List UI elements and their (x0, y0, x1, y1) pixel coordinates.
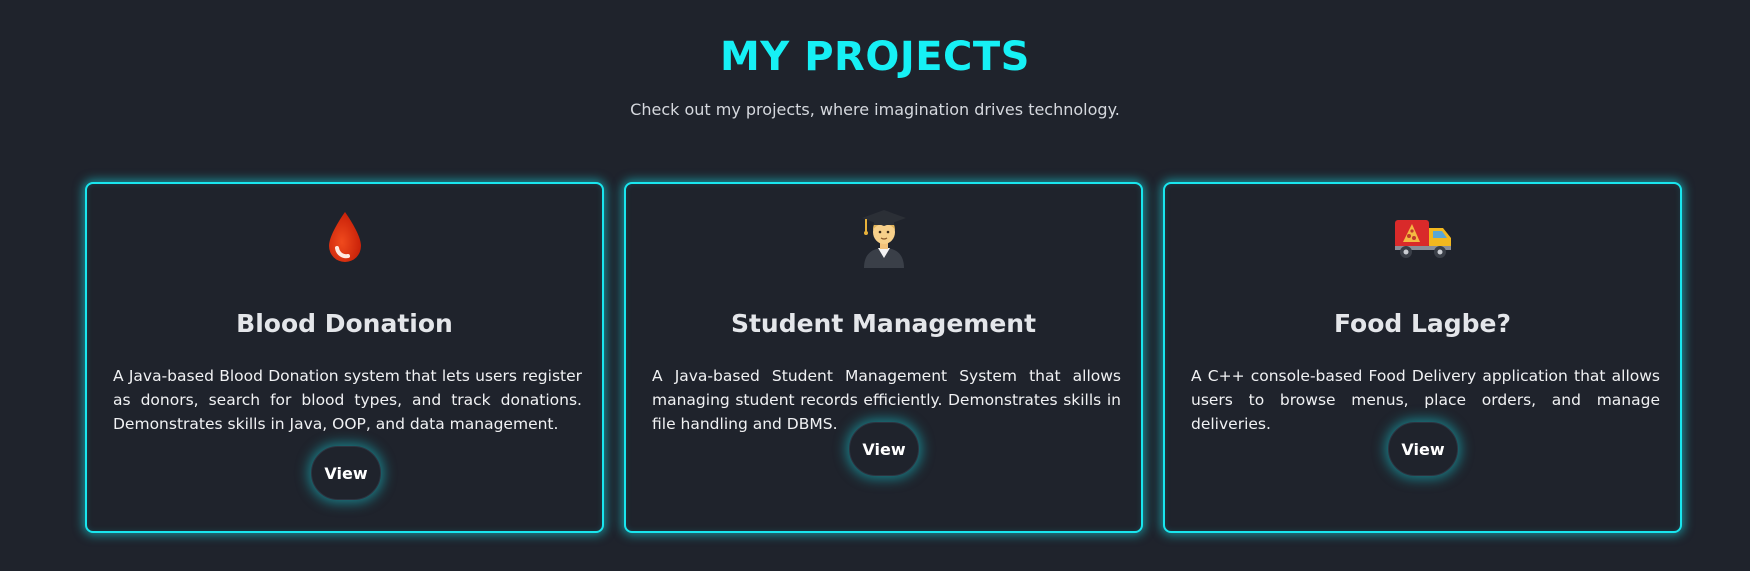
section-subtitle: Check out my projects, where imagination… (630, 100, 1120, 119)
view-button[interactable]: View (311, 446, 381, 500)
section-title: MY PROJECTS (720, 34, 1030, 80)
project-description: A Java-based Blood Donation system that … (113, 367, 582, 433)
project-title: Blood Donation (236, 309, 453, 338)
blood-drop-icon (87, 208, 602, 268)
project-card-blood-donation: Blood Donation A Java-based Blood Donati… (85, 182, 604, 533)
projects-section: MY PROJECTS Check out my projects, where… (0, 0, 1750, 571)
view-button[interactable]: View (1388, 422, 1458, 476)
student-graduate-icon (626, 208, 1141, 268)
project-card-food-lagbe: Food Lagbe? A C++ console-based Food Del… (1163, 182, 1682, 533)
project-card-student-management: Student Management A Java-based Student … (624, 182, 1143, 533)
view-button[interactable]: View (849, 422, 919, 476)
delivery-truck-icon (1165, 208, 1680, 268)
project-title: Food Lagbe? (1333, 309, 1512, 338)
project-title: Student Management (730, 309, 1037, 338)
